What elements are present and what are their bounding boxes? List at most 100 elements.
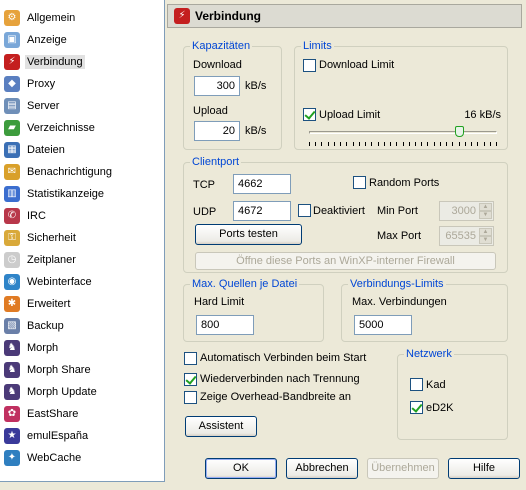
webcache-icon: ✦ <box>4 450 20 466</box>
download-capacity-input[interactable]: 300 <box>194 76 240 96</box>
upload-label: Upload <box>193 105 228 117</box>
limits-group: Limits Download Limit Upload Limit 16 kB… <box>294 40 508 150</box>
open-firewall-ports-button[interactable]: Öffne diese Ports an WinXP-interner Fire… <box>195 252 496 270</box>
kad-label: Kad <box>426 379 446 391</box>
random-ports-checkbox[interactable] <box>353 176 366 189</box>
help-button[interactable]: Hilfe <box>448 458 520 479</box>
overhead-checkbox[interactable] <box>184 391 197 404</box>
shield-icon: ⚿ <box>4 230 20 246</box>
sidebar-item-server[interactable]: ▤ Server <box>2 96 160 116</box>
upload-limit-value: 16 kB/s <box>464 109 501 121</box>
sidebar-item-anzeige[interactable]: ▣ Anzeige <box>2 30 160 50</box>
hard-limit-input[interactable]: 800 <box>196 315 254 335</box>
connection-icon: ⚡ <box>174 8 190 24</box>
ed2k-label: eD2K <box>426 402 454 414</box>
udp-port-input[interactable]: 4672 <box>233 201 291 221</box>
sidebar-item-emulespa-a[interactable]: ★ emulEspaña <box>2 426 160 446</box>
sidebar-item-morph-share[interactable]: ♞ Morph Share <box>2 360 160 380</box>
morph-update-icon: ♞ <box>4 384 20 400</box>
sidebar-item-erweitert[interactable]: ✱ Erweitert <box>2 294 160 314</box>
ports-test-button[interactable]: Ports testen <box>195 224 302 245</box>
sidebar-item-verbindung[interactable]: ⚡ Verbindung <box>2 52 160 72</box>
slider-tick <box>415 142 416 146</box>
statistics-icon: ▥ <box>4 186 20 202</box>
sidebar-item-eastshare[interactable]: ✿ EastShare <box>2 404 160 424</box>
ed2k-checkbox[interactable] <box>410 401 423 414</box>
sidebar-item-benachrichtigung[interactable]: ✉ Benachrichtigung <box>2 162 160 182</box>
emulespana-icon: ★ <box>4 428 20 444</box>
sidebar-item-label: Dateien <box>27 144 65 156</box>
ok-button[interactable]: OK <box>205 458 277 479</box>
slider-tick <box>396 142 397 146</box>
morph-icon: ♞ <box>4 340 20 356</box>
udp-deactivated-checkbox[interactable] <box>298 204 311 217</box>
sidebar-item-statistikanzeige[interactable]: ▥ Statistikanzeige <box>2 184 160 204</box>
connection-icon: ⚡ <box>4 54 20 70</box>
apply-label: Übernehmen <box>371 462 435 474</box>
slider-tick <box>484 142 485 146</box>
max-port-label: Max Port <box>377 230 422 242</box>
overhead-label: Zeige Overhead-Bandbreite an <box>200 391 352 403</box>
upload-capacity-input[interactable]: 20 <box>194 121 240 141</box>
sidebar-item-irc[interactable]: ✆ IRC <box>2 206 160 226</box>
tcp-port-input[interactable]: 4662 <box>233 174 291 194</box>
slider-tick <box>459 142 460 146</box>
morph-share-icon: ♞ <box>4 362 20 378</box>
max-connections-label: Max. Verbindungen <box>352 296 447 308</box>
udp-label: UDP <box>193 206 217 218</box>
upload-slider-ticks <box>309 142 497 146</box>
proxy-icon: ◆ <box>4 76 20 92</box>
slider-tick <box>378 142 379 146</box>
sidebar-item-label: Morph <box>27 342 59 354</box>
max-connections-input[interactable]: 5000 <box>354 315 412 335</box>
download-limit-checkbox[interactable] <box>303 59 316 72</box>
apply-button[interactable]: Übernehmen <box>367 458 439 479</box>
sidebar-item-label: Allgemein <box>27 12 76 24</box>
reconnect-checkbox[interactable] <box>184 373 197 386</box>
download-unit: kB/s <box>245 80 267 92</box>
sidebar-item-morph-update[interactable]: ♞ Morph Update <box>2 382 160 402</box>
auto-connect-checkbox[interactable] <box>184 352 197 365</box>
sidebar-item-webinterface[interactable]: ◉ Webinterface <box>2 272 160 292</box>
sidebar-item-sicherheit[interactable]: ⚿ Sicherheit <box>2 228 160 248</box>
slider-tick <box>390 142 391 146</box>
upload-limit-checkbox[interactable] <box>303 108 316 121</box>
kapazitaeten-group: Kapazitäten Download 300 kB/s Upload 20 … <box>183 40 282 150</box>
slider-tick <box>452 142 453 146</box>
slider-tick <box>334 142 335 146</box>
options-tree[interactable]: ⚙ Allgemein ▣ Anzeige ⚡ Verbindung ◆ Proxy ▤ Serv… <box>0 0 165 482</box>
sidebar-item-label: Erweitert <box>27 298 71 310</box>
sidebar-item-label: Backup <box>27 320 64 332</box>
upload-slider-thumb[interactable] <box>455 126 465 137</box>
slider-tick <box>321 142 322 146</box>
slider-tick <box>496 142 497 146</box>
sidebar-item-allgemein[interactable]: ⚙ Allgemein <box>2 8 160 28</box>
backup-icon: ▧ <box>4 318 20 334</box>
sidebar-item-label: Proxy <box>27 78 56 90</box>
slider-tick <box>346 142 347 146</box>
assistant-button[interactable]: Assistent <box>185 416 257 437</box>
limits-legend: Limits <box>301 40 334 52</box>
kad-checkbox[interactable] <box>410 378 423 391</box>
sidebar-item-backup[interactable]: ▧ Backup <box>2 316 160 336</box>
web-icon: ◉ <box>4 274 20 290</box>
sidebar-item-proxy[interactable]: ◆ Proxy <box>2 74 160 94</box>
sidebar-item-zeitplaner[interactable]: ◷ Zeitplaner <box>2 250 160 270</box>
slider-tick <box>384 142 385 146</box>
sidebar-item-dateien[interactable]: ▦ Dateien <box>2 140 160 160</box>
cancel-button[interactable]: Abbrechen <box>286 458 358 479</box>
slider-tick <box>353 142 354 146</box>
slider-tick <box>365 142 366 146</box>
sidebar-item-label: Server <box>27 100 60 112</box>
sidebar-item-label: Benachrichtigung <box>27 166 113 178</box>
sidebar-item-label: emulEspaña <box>27 430 89 442</box>
slider-tick <box>427 142 428 146</box>
upload-slider-track[interactable] <box>309 131 497 134</box>
kapazitaeten-legend: Kapazitäten <box>190 40 253 52</box>
sidebar-item-webcache[interactable]: ✦ WebCache <box>2 448 160 468</box>
sidebar-item-morph[interactable]: ♞ Morph <box>2 338 160 358</box>
slider-tick <box>403 142 404 146</box>
sidebar-item-verzeichnisse[interactable]: ▰ Verzeichnisse <box>2 118 160 138</box>
slider-tick <box>434 142 435 146</box>
min-port-spinner: ▲ ▼ <box>479 203 492 219</box>
